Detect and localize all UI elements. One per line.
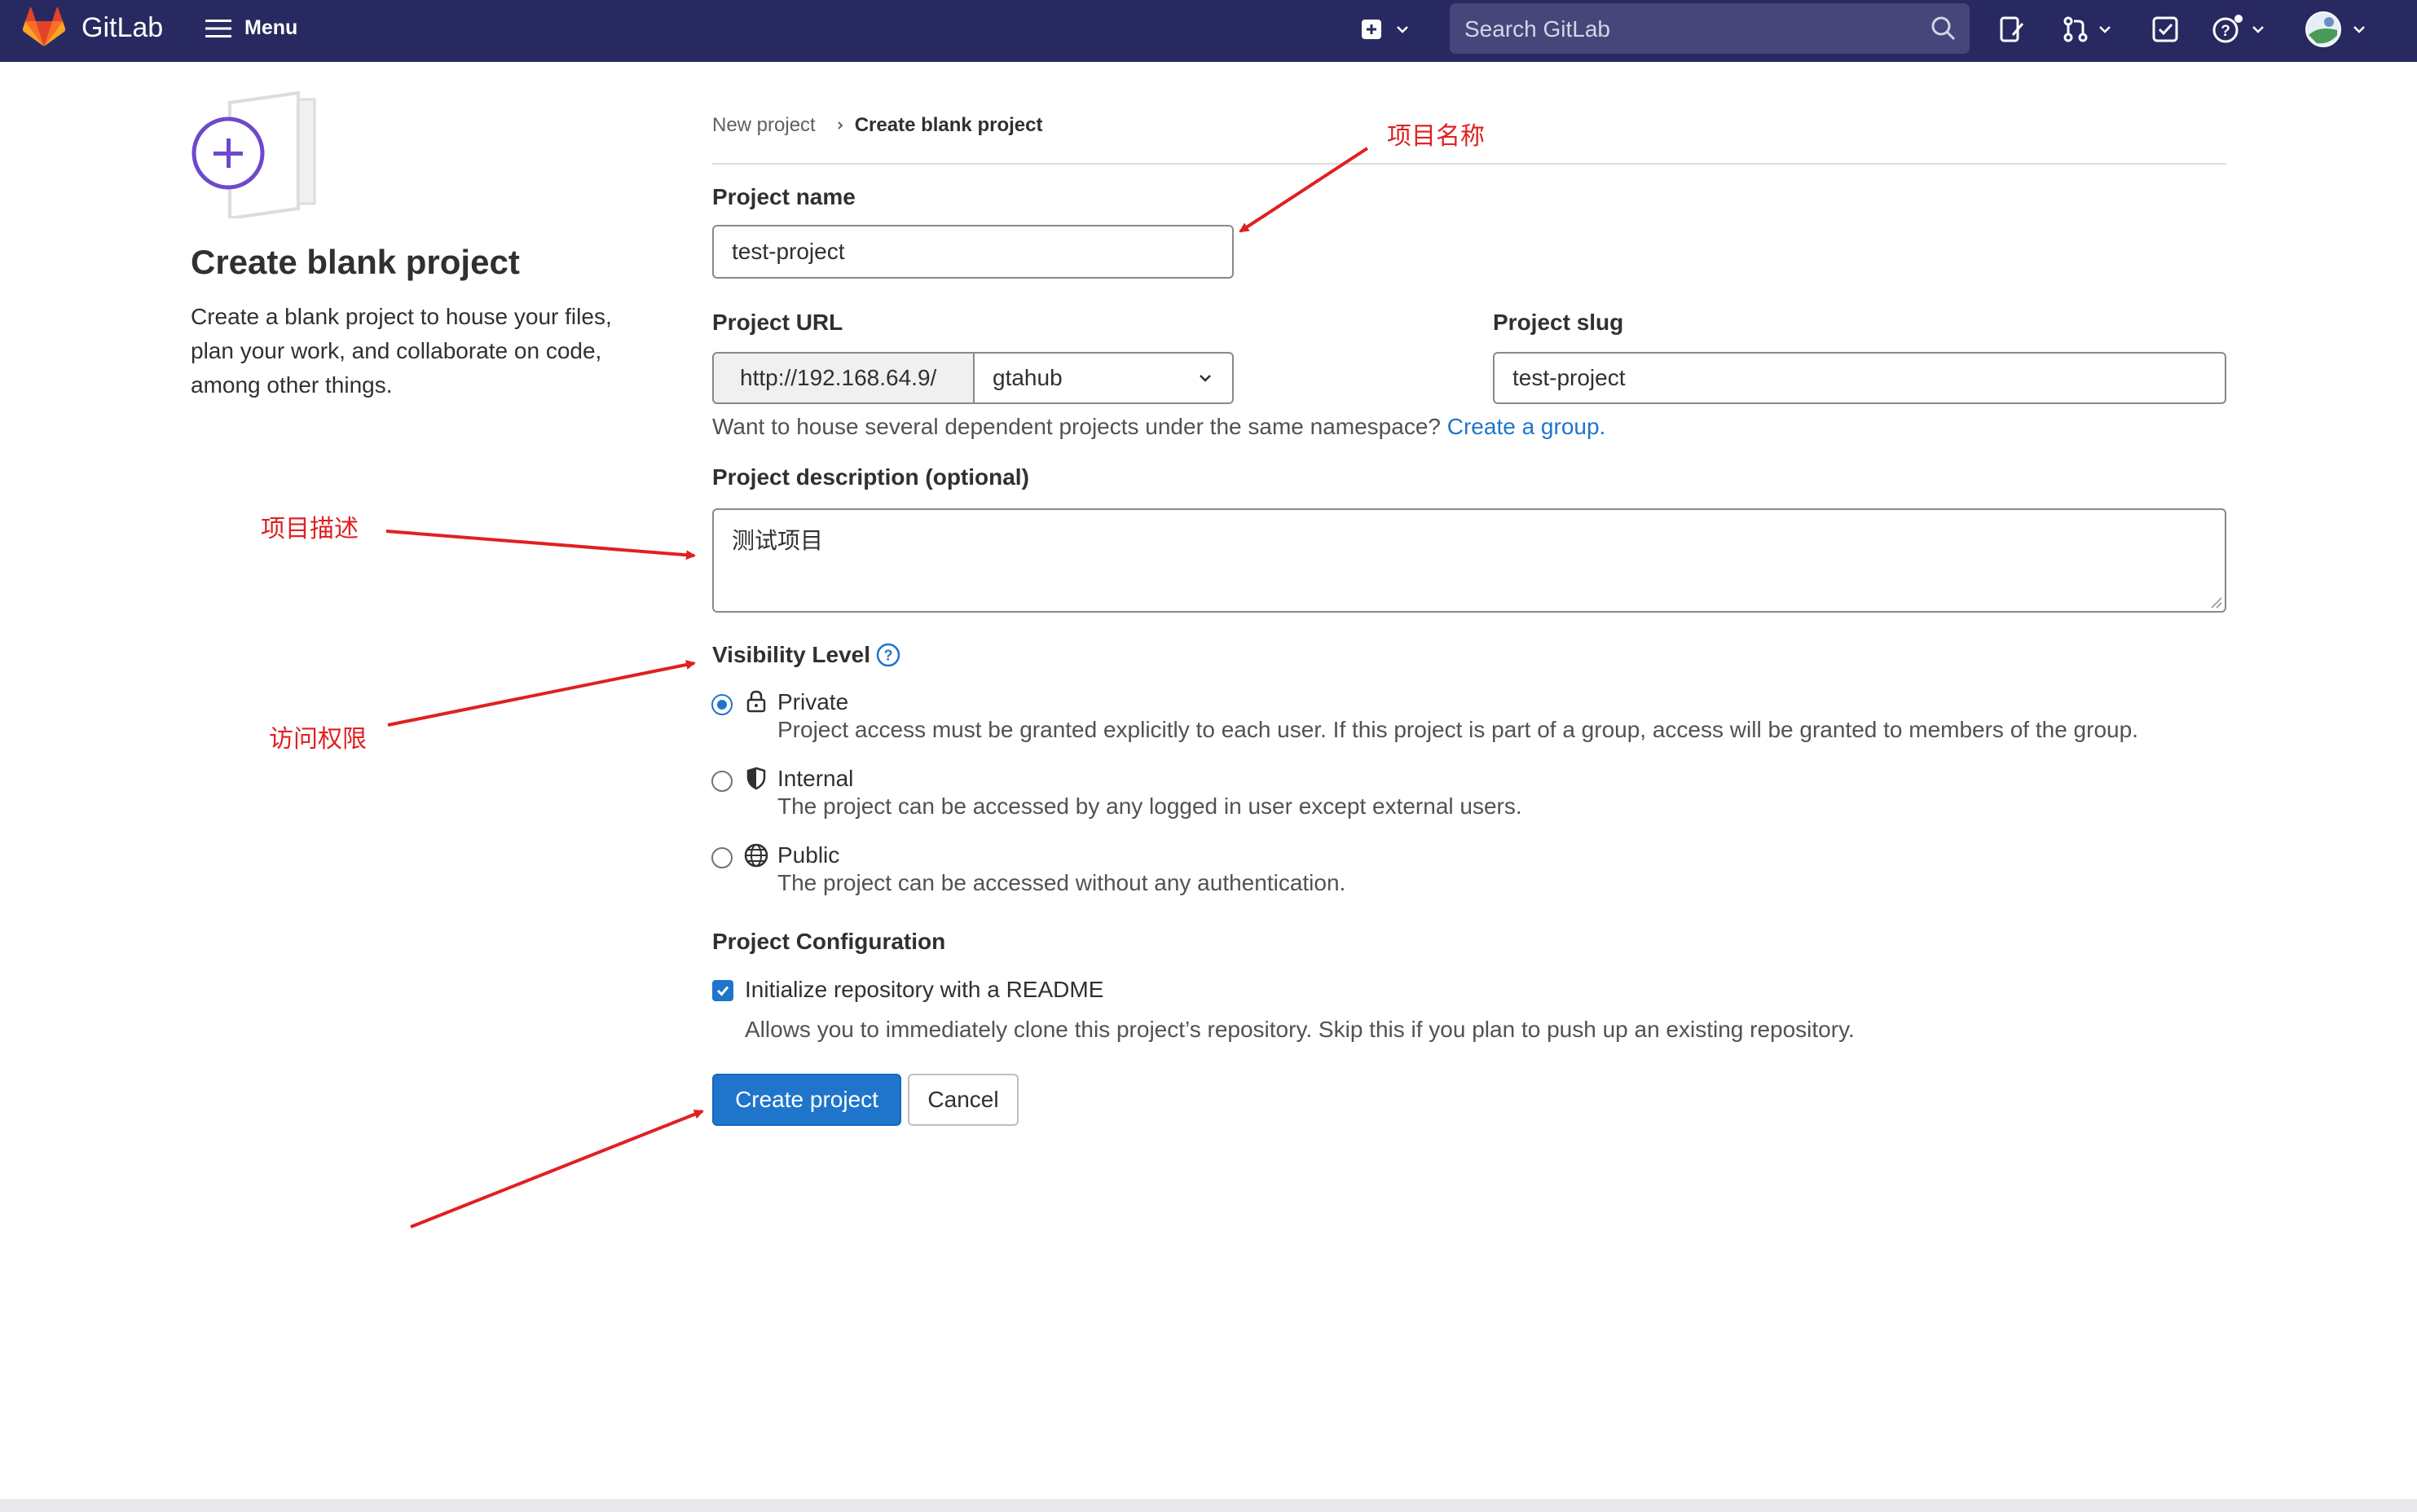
new-dropdown-button[interactable] [1361, 11, 1411, 47]
sidebar-title: Create blank project [191, 243, 520, 281]
merge-requests-button[interactable] [2062, 11, 2114, 47]
chevron-down-icon [2353, 26, 2365, 33]
visibility-private-description: Project access must be granted explicitl… [777, 717, 2138, 742]
project-slug-value: test-project [1512, 365, 1626, 390]
annotation-visibility: 访问权限 [269, 726, 367, 753]
chevron-right-icon [838, 121, 843, 130]
readme-checkbox[interactable] [712, 980, 733, 1001]
project-name-input[interactable]: test-project [712, 225, 1234, 279]
project-slug-label: Project slug [1493, 310, 1624, 335]
arrow-create-project [410, 1110, 704, 1228]
plus-square-icon [1362, 20, 1381, 39]
breadcrumb-divider [712, 163, 2226, 165]
project-url-label: Project URL [712, 310, 843, 335]
top-navbar: GitLab Menu Search GitLab ? [0, 0, 2417, 62]
checkmark-icon [716, 986, 729, 996]
question-circle-icon[interactable]: ? [875, 642, 901, 668]
resize-handle-icon[interactable] [2210, 596, 2223, 609]
visibility-private-radio[interactable] [711, 694, 733, 715]
project-name-value: test-project [732, 239, 845, 264]
svg-text:?: ? [884, 648, 893, 664]
visibility-level-header: Visibility Level ? [712, 642, 901, 668]
visibility-public-description: The project can be accessed without any … [777, 870, 1346, 895]
hamburger-icon [205, 19, 231, 37]
menu-label: Menu [244, 16, 298, 39]
breadcrumb-current: Create blank project [854, 114, 1043, 136]
lock-icon [746, 690, 766, 713]
help-icon: ? [2212, 15, 2243, 43]
search-icon [1931, 16, 1956, 41]
arrow-project-name [1239, 147, 1369, 233]
gitlab-tanuki-icon [23, 7, 65, 46]
chevron-down-icon [1397, 26, 1408, 33]
project-description-textarea[interactable]: 测试项目 [712, 508, 2226, 613]
visibility-public-radio[interactable] [711, 847, 733, 868]
annotation-project-description: 项目描述 [261, 516, 359, 543]
menu-button[interactable]: Menu [205, 16, 297, 40]
project-url-prefix-text: http://192.168.64.9/ [740, 365, 937, 390]
annotation-project-name: 项目名称 [1387, 123, 1485, 150]
todos-button[interactable] [2151, 11, 2179, 47]
readme-help: Allows you to immediately clone this pro… [745, 1017, 1855, 1042]
avatar [2305, 11, 2341, 47]
cancel-button[interactable]: Cancel [908, 1074, 1019, 1126]
project-name-label: Project name [712, 184, 856, 209]
search-input[interactable]: Search GitLab [1450, 3, 1970, 54]
namespace-help-text: Want to house several dependent projects… [712, 414, 1441, 439]
project-description-value: 测试项目 [732, 528, 824, 553]
svg-text:?: ? [2221, 23, 2230, 40]
project-slug-input[interactable]: test-project [1493, 352, 2226, 404]
visibility-internal-description: The project can be accessed by any logge… [777, 793, 1522, 819]
visibility-level-label: Visibility Level [712, 642, 871, 667]
project-description-label: Project description (optional) [712, 464, 1029, 490]
namespace-value: gtahub [993, 365, 1063, 390]
visibility-private-title: Private [777, 689, 849, 714]
visibility-public-title: Public [777, 842, 840, 868]
project-configuration-label: Project Configuration [712, 929, 946, 954]
search-placeholder: Search GitLab [1464, 16, 1610, 42]
create-project-button[interactable]: Create project [712, 1074, 901, 1126]
namespace-select[interactable]: gtahub [975, 352, 1234, 404]
arrow-visibility [387, 660, 696, 727]
merge-request-icon [2063, 16, 2088, 42]
blank-project-illustration [192, 90, 316, 218]
visibility-internal-title: Internal [777, 766, 854, 791]
bottom-strip [0, 1499, 2417, 1512]
todo-icon [2152, 16, 2178, 42]
issues-button[interactable] [1998, 11, 2026, 47]
help-button[interactable]: ? [2212, 11, 2267, 47]
breadcrumb: New project Create blank project [712, 114, 1042, 137]
chevron-down-icon [2099, 26, 2111, 33]
globe-icon [744, 843, 768, 868]
namespace-help: Want to house several dependent projects… [712, 414, 1605, 440]
issues-icon [2000, 16, 2024, 42]
shield-icon [746, 767, 766, 790]
arrow-project-description [385, 530, 696, 560]
project-url-prefix: http://192.168.64.9/ [712, 352, 975, 404]
sidebar-description: Create a blank project to house your fil… [191, 304, 612, 398]
visibility-internal-radio[interactable] [711, 771, 733, 792]
chevron-down-icon [2252, 26, 2264, 33]
breadcrumb-new-project[interactable]: New project [712, 114, 816, 137]
create-group-link[interactable]: Create a group. [1447, 414, 1606, 439]
chevron-down-icon [1200, 375, 1211, 382]
gitlab-logo[interactable]: GitLab [23, 7, 163, 48]
brand-name: GitLab [81, 11, 164, 43]
readme-label[interactable]: Initialize repository with a README [745, 977, 1103, 1003]
user-menu-button[interactable] [2305, 11, 2368, 47]
